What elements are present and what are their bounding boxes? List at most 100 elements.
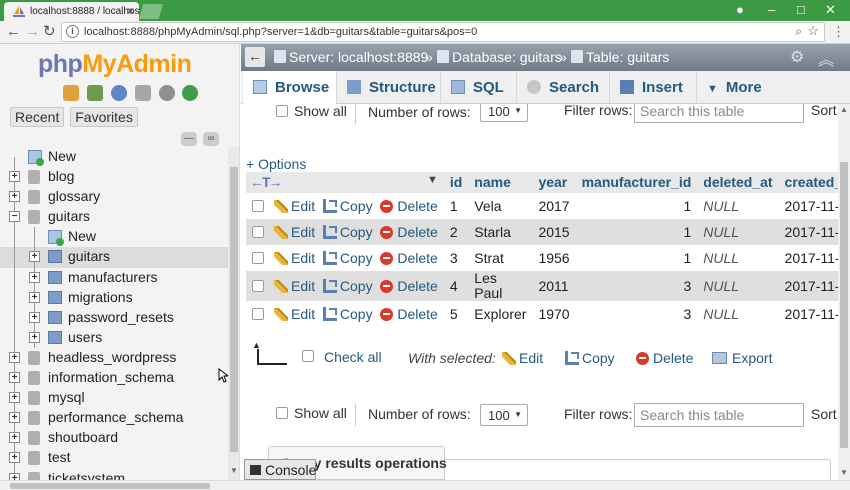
show-all-checkbox[interactable]	[276, 407, 288, 419]
cell-id[interactable]: 4	[443, 271, 469, 301]
cell-deleted-at[interactable]: NULL	[697, 301, 779, 327]
row-checkbox[interactable]	[252, 252, 264, 264]
cell-name[interactable]: Les Paul	[468, 271, 533, 301]
show-all-checkbox[interactable]	[276, 105, 288, 117]
expand-icon[interactable]: +	[9, 412, 20, 424]
options-link[interactable]: + Options	[246, 156, 306, 172]
cell-manufacturer-id[interactable]: 1	[575, 245, 698, 271]
check-all-checkbox[interactable]	[302, 350, 314, 362]
col-header-year[interactable]: year	[532, 172, 576, 194]
console-button[interactable]: Console	[244, 459, 316, 480]
row-edit-button[interactable]: Edit	[274, 198, 315, 214]
address-bar[interactable]: i localhost:8888/phpMyAdmin/sql.php?serv…	[61, 22, 825, 42]
horizontal-scrollbar[interactable]	[0, 480, 850, 490]
col-header-deleted-at[interactable]: deleted_at	[697, 172, 779, 194]
docs-icon[interactable]	[134, 85, 151, 101]
tree-item-label[interactable]: headless_wordpress	[48, 349, 176, 365]
cell-manufacturer-id[interactable]: 1	[575, 219, 698, 245]
row-copy-button[interactable]: Copy	[322, 278, 373, 294]
col-header-created[interactable]: created_	[778, 172, 838, 194]
row-edit-button[interactable]: Edit	[274, 224, 315, 240]
bookmark-star-icon[interactable]: ☆	[807, 23, 819, 39]
horizontal-scroll-thumb[interactable]	[10, 483, 210, 489]
expand-icon[interactable]: +	[29, 291, 40, 303]
cell-deleted-at[interactable]: NULL	[697, 193, 779, 219]
row-checkbox[interactable]	[252, 226, 264, 238]
tree-item-label[interactable]: glossary	[48, 188, 100, 204]
row-edit-button[interactable]: Edit	[274, 306, 315, 322]
cell-id[interactable]: 3	[443, 245, 469, 271]
link-with-main-icon[interactable]: ∞	[202, 132, 219, 146]
cell-manufacturer-id[interactable]: 3	[575, 271, 698, 301]
tree-item[interactable]: + glossary	[0, 187, 228, 208]
col-header-manufacturer-id[interactable]: manufacturer_id	[575, 172, 698, 194]
tree-item-label[interactable]: users	[68, 329, 102, 345]
tree-item-label[interactable]: password_resets	[68, 309, 174, 325]
reload-navigation-icon[interactable]	[182, 85, 199, 101]
col-header-id[interactable]: id	[443, 172, 469, 194]
main-scroll-thumb[interactable]	[840, 162, 848, 448]
expand-icon[interactable]: +	[29, 331, 40, 343]
tree-item[interactable]: + mysql	[0, 388, 228, 409]
breadcrumb-table[interactable]: Table: guitars	[571, 49, 669, 65]
favorites-tab[interactable]: Favorites	[70, 107, 138, 127]
row-copy-button[interactable]: Copy	[322, 250, 373, 266]
minimize-icon[interactable]: –	[768, 2, 775, 18]
profile-icon[interactable]: ●	[736, 2, 744, 18]
sidebar-scrollbar[interactable]	[228, 147, 239, 480]
forward-icon[interactable]: →	[25, 23, 40, 41]
collapse-icon[interactable]: −	[9, 211, 20, 223]
breadcrumb-server[interactable]: Server: localhost:8889	[274, 49, 428, 65]
tab-more[interactable]: ▼ More	[697, 71, 769, 104]
cell-id[interactable]: 2	[443, 219, 469, 245]
close-icon[interactable]: ×	[127, 4, 134, 18]
bulk-export-button[interactable]: Export	[712, 350, 772, 366]
cell-created[interactable]: 2017-11-	[778, 271, 838, 301]
col-header-name[interactable]: name	[468, 172, 533, 194]
tree-item[interactable]: + manufacturers	[0, 267, 228, 288]
row-delete-button[interactable]: Delete	[380, 224, 438, 240]
new-tab-button[interactable]	[139, 4, 163, 19]
scroll-down-icon[interactable]: ▼	[230, 466, 238, 475]
filter-rows-input[interactable]: Search this table	[634, 403, 804, 427]
scroll-down-icon[interactable]: ▼	[840, 468, 848, 477]
cell-manufacturer-id[interactable]: 3	[575, 301, 698, 327]
tree-item[interactable]: + performance_schema	[0, 408, 228, 429]
expand-icon[interactable]: +	[9, 351, 20, 363]
cell-manufacturer-id[interactable]: 1	[575, 193, 698, 219]
reload-icon[interactable]: ↻	[43, 23, 56, 41]
cell-deleted-at[interactable]: NULL	[697, 271, 779, 301]
cell-year[interactable]: 1956	[532, 245, 576, 271]
zoom-icon[interactable]: ⌕	[795, 24, 802, 39]
tree-item-label[interactable]: performance_schema	[48, 409, 183, 425]
cell-id[interactable]: 1	[443, 193, 469, 219]
row-delete-button[interactable]: Delete	[380, 278, 438, 294]
cell-created[interactable]: 2017-11-	[778, 193, 838, 219]
row-delete-button[interactable]: Delete	[380, 198, 438, 214]
phpmyadmin-logo[interactable]: phpMyAdmin	[38, 50, 192, 79]
tree-item[interactable]: + shoutboard	[0, 428, 228, 449]
row-checkbox[interactable]	[252, 200, 264, 213]
tree-item-label[interactable]: test	[48, 449, 71, 465]
expand-icon[interactable]: +	[9, 171, 20, 183]
tree-item[interactable]: + migrations	[0, 287, 228, 308]
browser-tab[interactable]: localhost:8888 / localhos ×	[4, 2, 139, 21]
expand-icon[interactable]: +	[9, 372, 20, 384]
bulk-delete-button[interactable]: Delete	[636, 350, 693, 366]
bulk-edit-button[interactable]: Edit	[502, 350, 543, 366]
tab-browse[interactable]: Browse	[243, 71, 337, 104]
tab-structure[interactable]: Structure	[337, 71, 441, 104]
window-close-icon[interactable]: ✕	[825, 2, 836, 18]
tree-item-label[interactable]: guitars	[48, 208, 90, 224]
scroll-up-icon[interactable]: ▲	[840, 105, 848, 114]
row-delete-button[interactable]: Delete	[380, 306, 438, 322]
expand-icon[interactable]: +	[9, 432, 20, 444]
tab-search[interactable]: Search	[517, 71, 610, 104]
back-icon[interactable]: ←	[6, 23, 21, 41]
tree-item-label[interactable]: manufacturers	[68, 269, 157, 285]
row-delete-button[interactable]: Delete	[380, 250, 438, 266]
settings-gear-icon[interactable]: ⚙	[790, 47, 804, 67]
logout-icon[interactable]	[86, 85, 103, 101]
cell-year[interactable]: 2015	[532, 219, 576, 245]
tree-item[interactable]: + test	[0, 448, 228, 469]
